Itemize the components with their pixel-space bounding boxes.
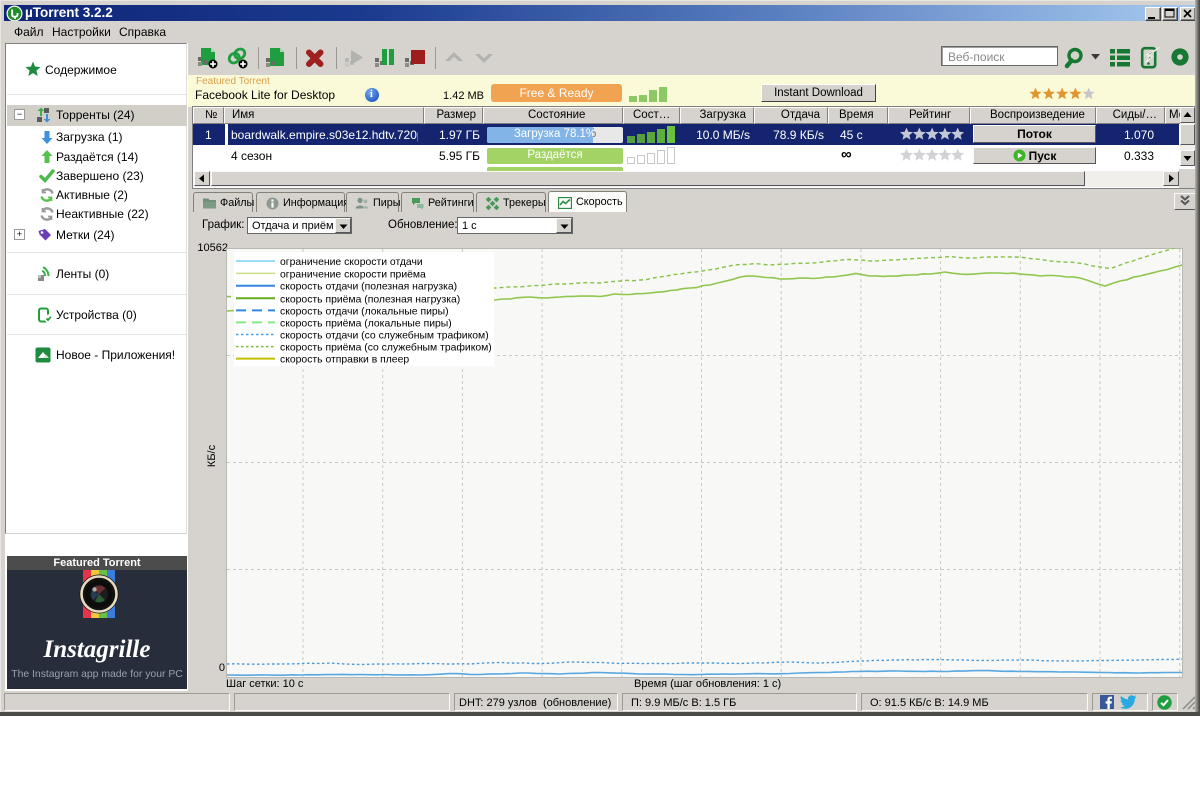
svg-text:скорость приёма (локальные пир: скорость приёма (локальные пиры) xyxy=(280,318,452,329)
svg-text:скорость приёма (со служебным: скорость приёма (со служебным трафиком) xyxy=(280,342,492,354)
svg-text:скорость отдачи (со служебным: скорость отдачи (со служебным трафиком) xyxy=(280,330,489,342)
svg-text:ограничение скорости отдачи: ограничение скорости отдачи xyxy=(280,257,423,268)
svg-text:скорость приёма (полезная нагр: скорость приёма (полезная нагрузка) xyxy=(280,294,460,305)
svg-text:скорость отдачи (локальные пир: скорость отдачи (локальные пиры) xyxy=(280,306,449,317)
svg-text:скорость отправки в плеер: скорость отправки в плеер xyxy=(280,355,409,366)
svg-text:скорость отдачи (полезная нагр: скорость отдачи (полезная нагрузка) xyxy=(280,282,457,293)
svg-text:ограничение скорости приёма: ограничение скорости приёма xyxy=(280,269,426,280)
